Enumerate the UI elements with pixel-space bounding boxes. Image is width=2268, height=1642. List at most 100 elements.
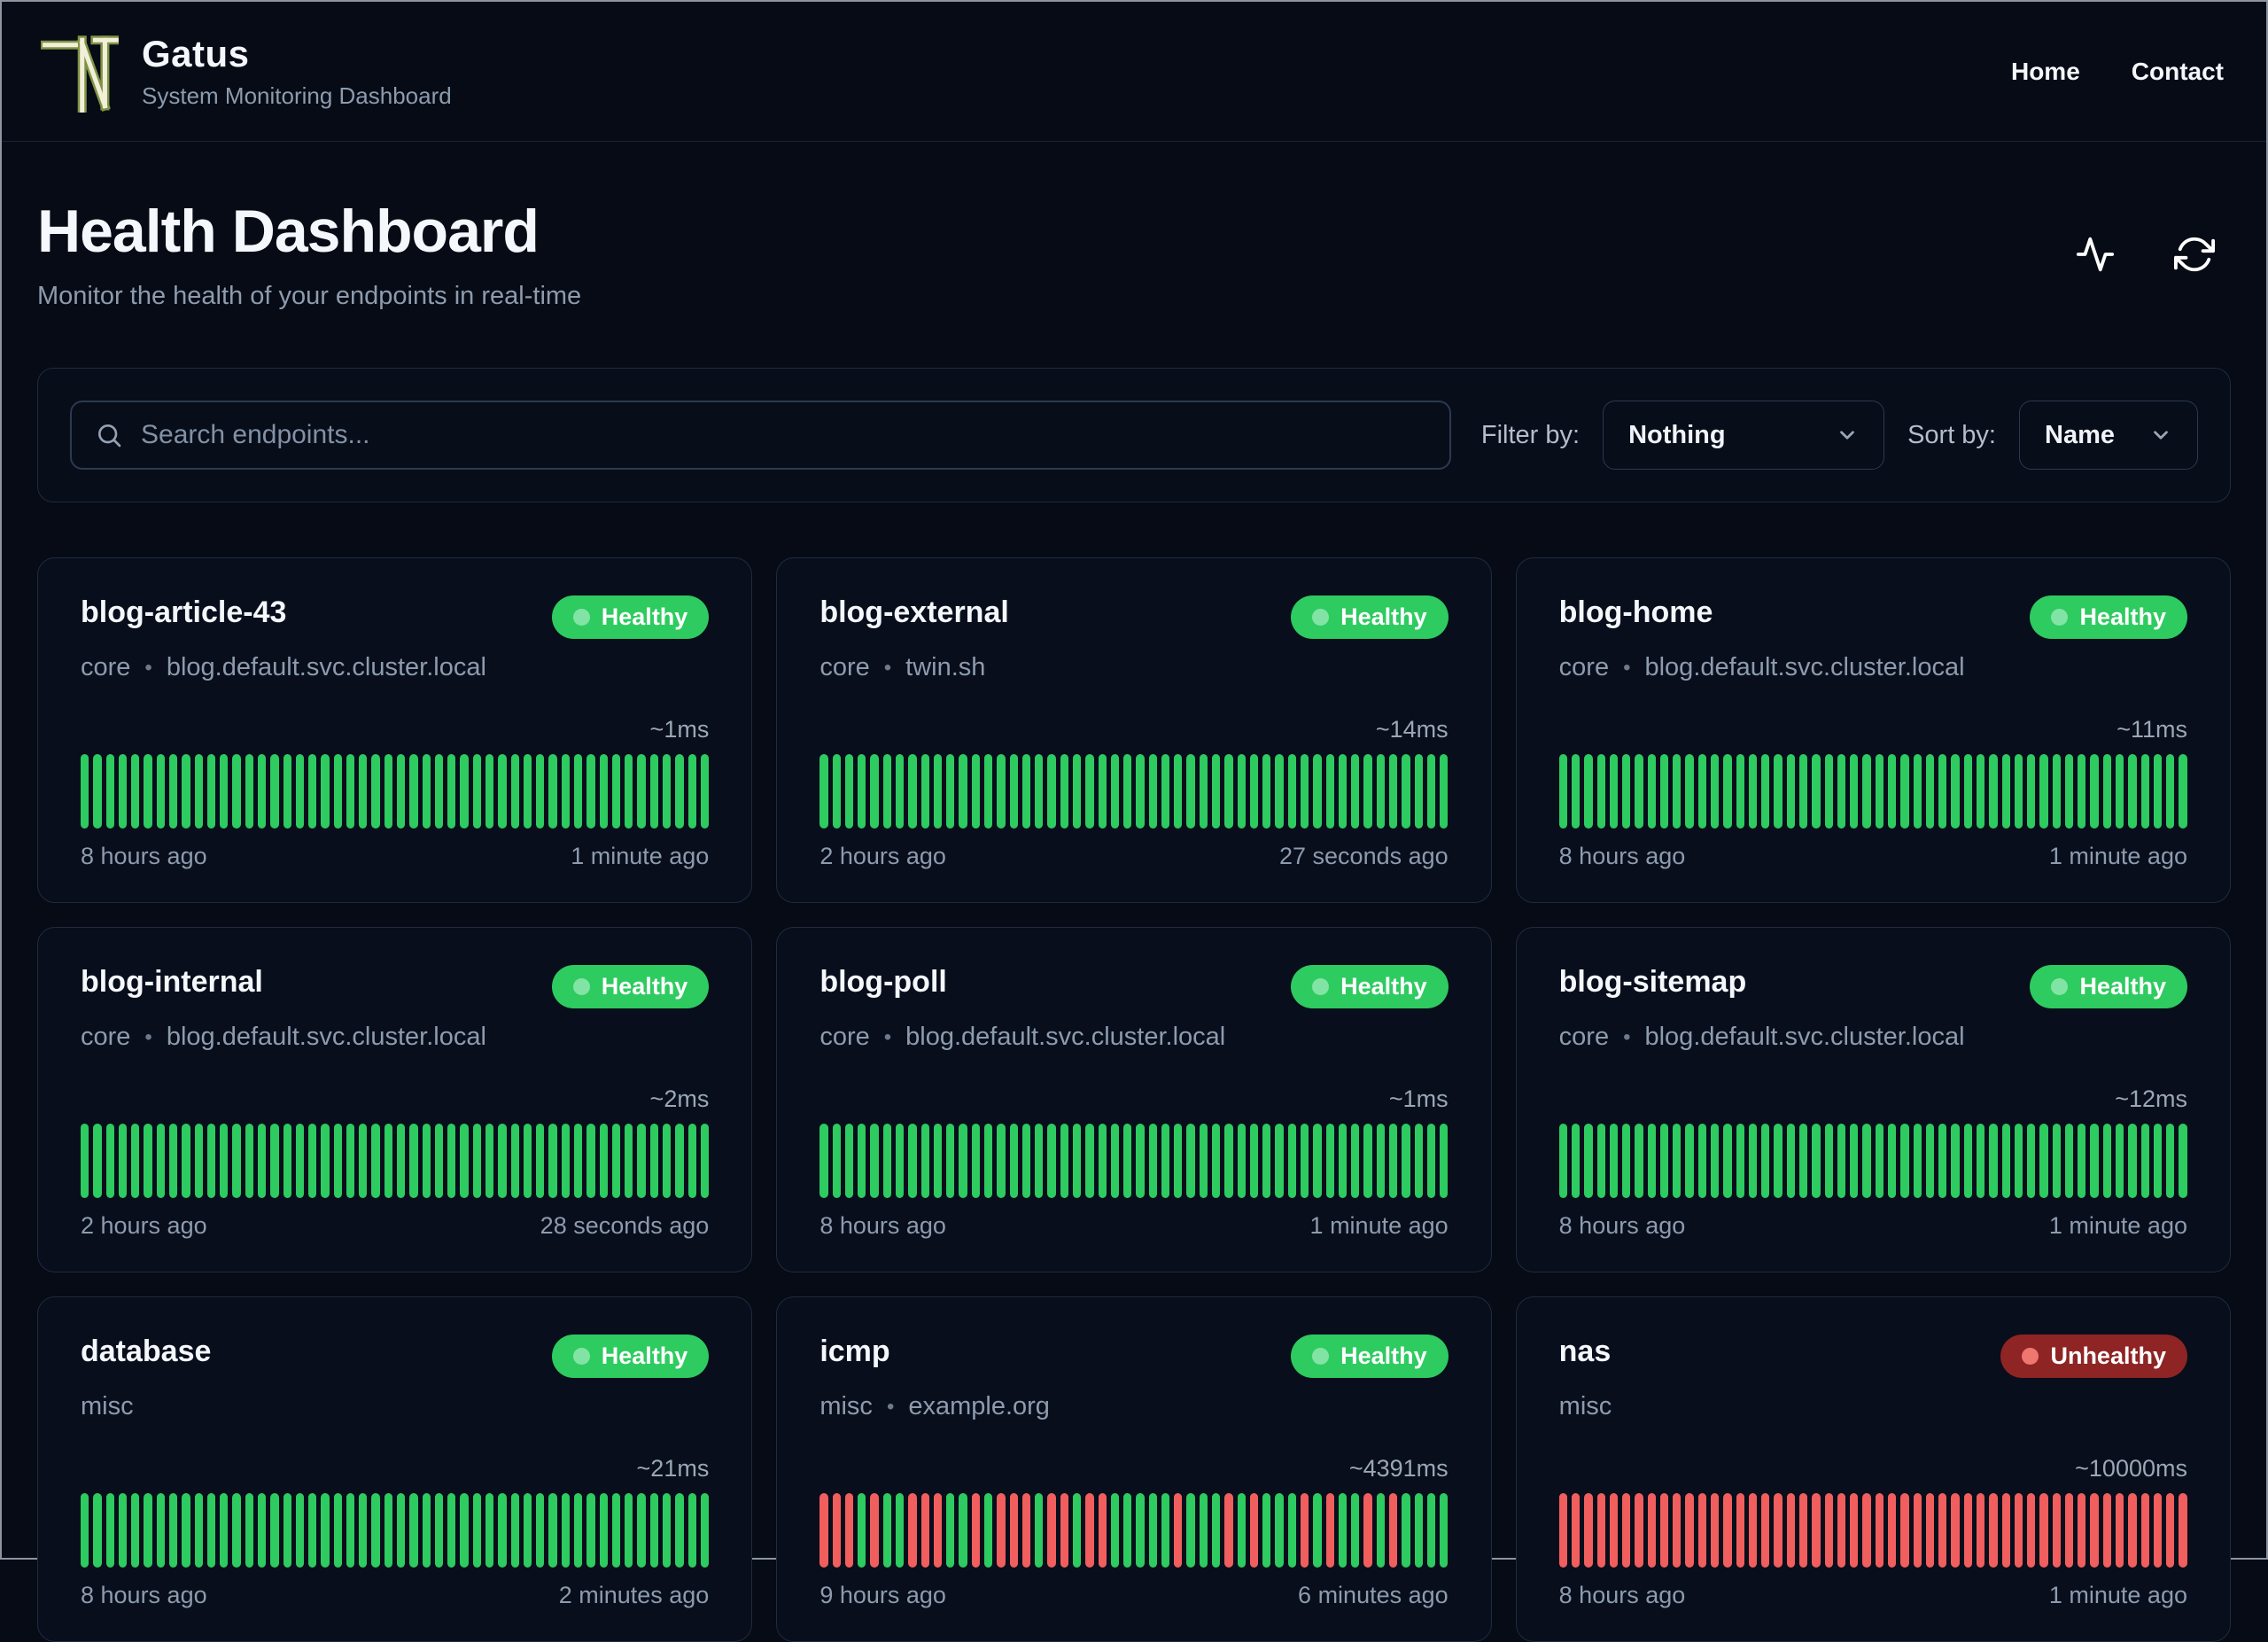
uptime-bar[interactable] bbox=[611, 1493, 621, 1568]
uptime-bar[interactable] bbox=[1786, 1493, 1795, 1568]
uptime-bar[interactable] bbox=[2128, 1124, 2137, 1198]
endpoint-card[interactable]: blog-external Healthy core • twin.sh ~14… bbox=[776, 557, 1492, 903]
uptime-bar[interactable] bbox=[561, 1124, 570, 1198]
uptime-bar[interactable] bbox=[1900, 754, 1909, 829]
uptime-bar[interactable] bbox=[485, 1493, 494, 1568]
uptime-bar[interactable] bbox=[1047, 1493, 1056, 1568]
uptime-bar[interactable] bbox=[131, 754, 140, 829]
uptime-bar[interactable] bbox=[1812, 754, 1821, 829]
uptime-bar[interactable] bbox=[1249, 1124, 1259, 1198]
uptime-bar[interactable] bbox=[971, 754, 980, 829]
uptime-bar[interactable] bbox=[1875, 754, 1884, 829]
uptime-bar[interactable] bbox=[1659, 1493, 1669, 1568]
uptime-bar[interactable] bbox=[649, 1493, 658, 1568]
uptime-bar[interactable] bbox=[536, 1124, 545, 1198]
uptime-bar[interactable] bbox=[333, 1124, 342, 1198]
uptime-bar[interactable] bbox=[844, 754, 854, 829]
uptime-bar[interactable] bbox=[1748, 1493, 1758, 1568]
uptime-bar[interactable] bbox=[498, 1124, 507, 1198]
uptime-bar[interactable] bbox=[1212, 1124, 1221, 1198]
uptime-bar[interactable] bbox=[434, 1493, 444, 1568]
uptime-bar[interactable] bbox=[1098, 754, 1107, 829]
uptime-bar[interactable] bbox=[896, 1493, 905, 1568]
uptime-bar[interactable] bbox=[422, 754, 431, 829]
uptime-bar[interactable] bbox=[687, 1493, 696, 1568]
uptime-bar[interactable] bbox=[283, 1124, 291, 1198]
uptime-bar[interactable] bbox=[1249, 754, 1259, 829]
uptime-bar[interactable] bbox=[1951, 1493, 1960, 1568]
uptime-bar[interactable] bbox=[700, 1493, 710, 1568]
uptime-bar[interactable] bbox=[1887, 1124, 1897, 1198]
uptime-bar[interactable] bbox=[1812, 1493, 1821, 1568]
uptime-bar[interactable] bbox=[1161, 754, 1170, 829]
uptime-bar[interactable] bbox=[308, 754, 317, 829]
uptime-bar[interactable] bbox=[1685, 1493, 1694, 1568]
uptime-bar[interactable] bbox=[1900, 1124, 1909, 1198]
uptime-bar[interactable] bbox=[1414, 1493, 1423, 1568]
uptime-bar[interactable] bbox=[1571, 1493, 1581, 1568]
uptime-bar[interactable] bbox=[832, 1493, 841, 1568]
uptime-bar[interactable] bbox=[245, 1493, 253, 1568]
uptime-bar[interactable] bbox=[649, 754, 658, 829]
uptime-bar[interactable] bbox=[1301, 1124, 1309, 1198]
uptime-bar[interactable] bbox=[933, 754, 943, 829]
uptime-bar[interactable] bbox=[1402, 1124, 1410, 1198]
uptime-bar[interactable] bbox=[870, 1493, 879, 1568]
uptime-bar[interactable] bbox=[2052, 1493, 2061, 1568]
uptime-bar[interactable] bbox=[131, 1493, 140, 1568]
uptime-bar[interactable] bbox=[1262, 1124, 1271, 1198]
uptime-bar[interactable] bbox=[908, 1124, 917, 1198]
uptime-bar[interactable] bbox=[81, 1493, 89, 1568]
uptime-bar[interactable] bbox=[257, 1124, 267, 1198]
uptime-bar[interactable] bbox=[283, 1493, 291, 1568]
uptime-bar[interactable] bbox=[700, 1124, 710, 1198]
uptime-bar[interactable] bbox=[1009, 1124, 1018, 1198]
uptime-bar[interactable] bbox=[687, 754, 696, 829]
uptime-bar[interactable] bbox=[637, 754, 646, 829]
uptime-bar[interactable] bbox=[1351, 1493, 1360, 1568]
uptime-bar[interactable] bbox=[1072, 1124, 1082, 1198]
uptime-bar[interactable] bbox=[1963, 754, 1972, 829]
uptime-bar[interactable] bbox=[844, 1124, 854, 1198]
uptime-bar[interactable] bbox=[1711, 1124, 1720, 1198]
uptime-bar[interactable] bbox=[1426, 1493, 1436, 1568]
uptime-bar[interactable] bbox=[2039, 754, 2048, 829]
uptime-bar[interactable] bbox=[321, 1493, 330, 1568]
uptime-bar[interactable] bbox=[1887, 754, 1897, 829]
uptime-bar[interactable] bbox=[1072, 1493, 1082, 1568]
uptime-bar[interactable] bbox=[1174, 1124, 1183, 1198]
uptime-bar[interactable] bbox=[1047, 1124, 1056, 1198]
uptime-bar[interactable] bbox=[1275, 1493, 1284, 1568]
uptime-bar[interactable] bbox=[882, 1124, 892, 1198]
uptime-bar[interactable] bbox=[1647, 1124, 1656, 1198]
uptime-bar[interactable] bbox=[819, 1493, 828, 1568]
uptime-bar[interactable] bbox=[1558, 754, 1567, 829]
uptime-bar[interactable] bbox=[1047, 754, 1056, 829]
uptime-bars[interactable] bbox=[81, 1493, 710, 1568]
uptime-bar[interactable] bbox=[510, 1124, 519, 1198]
refresh-icon[interactable] bbox=[2174, 234, 2215, 275]
uptime-bar[interactable] bbox=[1212, 754, 1221, 829]
uptime-bar[interactable] bbox=[2078, 1493, 2086, 1568]
uptime-bar[interactable] bbox=[384, 754, 393, 829]
uptime-bar[interactable] bbox=[206, 1493, 216, 1568]
uptime-bar[interactable] bbox=[1951, 1124, 1960, 1198]
uptime-bar[interactable] bbox=[1440, 1493, 1449, 1568]
uptime-bars[interactable] bbox=[1558, 1124, 2187, 1198]
uptime-bar[interactable] bbox=[257, 754, 267, 829]
uptime-bar[interactable] bbox=[1098, 1493, 1107, 1568]
uptime-bar[interactable] bbox=[1414, 1124, 1423, 1198]
uptime-bar[interactable] bbox=[1913, 754, 1922, 829]
uptime-bar[interactable] bbox=[182, 1124, 190, 1198]
uptime-bar[interactable] bbox=[662, 1124, 672, 1198]
uptime-bar[interactable] bbox=[2102, 754, 2112, 829]
uptime-bar[interactable] bbox=[93, 754, 102, 829]
uptime-bar[interactable] bbox=[1148, 1493, 1157, 1568]
uptime-bar[interactable] bbox=[637, 1124, 646, 1198]
uptime-bar[interactable] bbox=[1426, 754, 1436, 829]
uptime-bar[interactable] bbox=[523, 754, 532, 829]
uptime-bar[interactable] bbox=[2064, 1124, 2074, 1198]
uptime-bar[interactable] bbox=[1262, 754, 1271, 829]
uptime-bar[interactable] bbox=[1850, 1493, 1859, 1568]
uptime-bar[interactable] bbox=[1136, 1124, 1145, 1198]
